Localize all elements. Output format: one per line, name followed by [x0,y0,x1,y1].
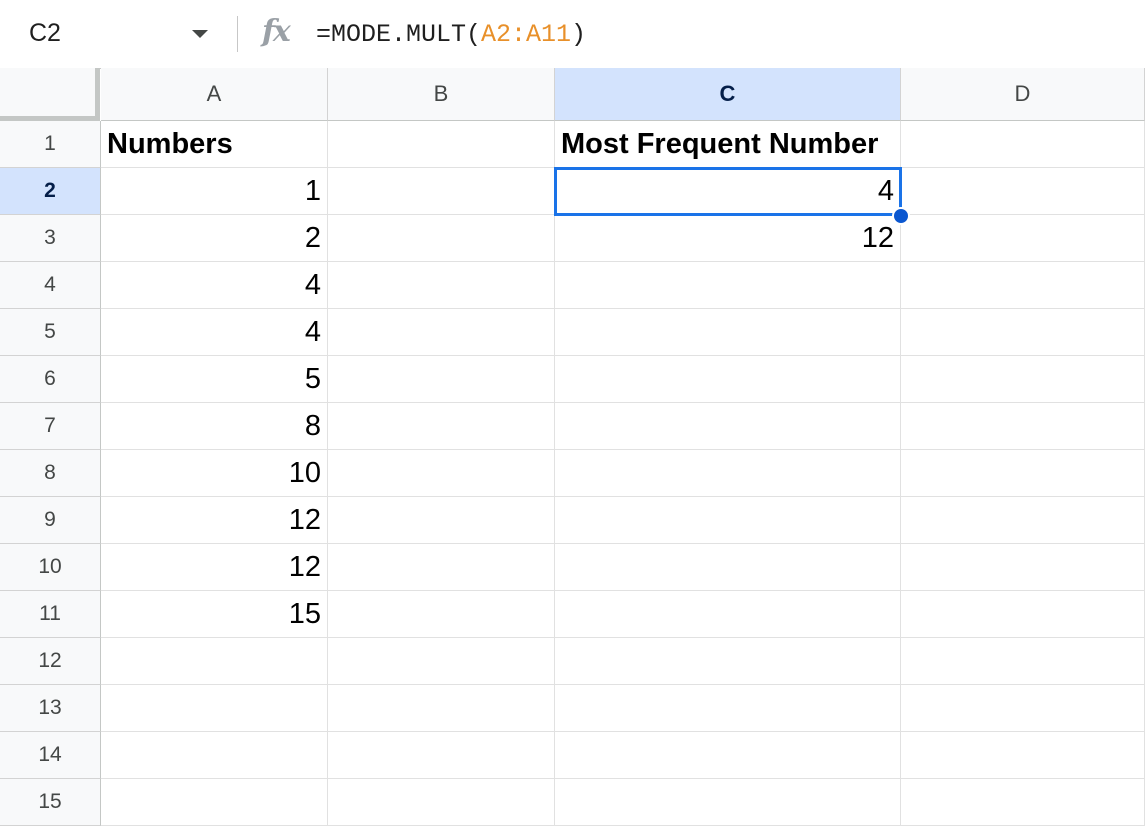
cell-d14[interactable] [901,732,1145,779]
formula-input[interactable]: =MODE.MULT(A2:A11) [316,20,586,49]
row-header-5[interactable]: 5 [0,309,101,356]
cell-d2[interactable] [901,168,1145,215]
cell-b14[interactable] [328,732,555,779]
cell-b11[interactable] [328,591,555,638]
row-header-3[interactable]: 3 [0,215,101,262]
function-icon: fx [262,14,291,49]
row-header-1[interactable]: 1 [0,121,101,168]
column-header-c[interactable]: C [555,68,901,121]
cell-b6[interactable] [328,356,555,403]
cell-b10[interactable] [328,544,555,591]
cell-b8[interactable] [328,450,555,497]
row-header-2[interactable]: 2 [0,168,101,215]
cell-d3[interactable] [901,215,1145,262]
cell-c12[interactable] [555,638,901,685]
formula-prefix: =MODE.MULT( [316,20,482,49]
row-header-11[interactable]: 11 [0,591,101,638]
cell-a13[interactable] [101,685,328,732]
cell-a11[interactable]: 15 [101,591,328,638]
cell-b12[interactable] [328,638,555,685]
cell-a4[interactable]: 4 [101,262,328,309]
cell-d1[interactable] [901,121,1145,168]
cell-d6[interactable] [901,356,1145,403]
cell-d10[interactable] [901,544,1145,591]
cell-b9[interactable] [328,497,555,544]
column-header-d[interactable]: D [901,68,1145,121]
cell-d13[interactable] [901,685,1145,732]
cell-a12[interactable] [101,638,328,685]
cell-a6[interactable]: 5 [101,356,328,403]
row-header-10[interactable]: 10 [0,544,101,591]
divider [237,16,238,52]
formula-range-reference: A2:A11 [481,20,572,49]
column-header-b[interactable]: B [328,68,555,121]
row-header-9[interactable]: 9 [0,497,101,544]
cell-b15[interactable] [328,779,555,826]
cell-d7[interactable] [901,403,1145,450]
row-header-8[interactable]: 8 [0,450,101,497]
cell-c2[interactable]: 4 [555,168,901,215]
row-header-4[interactable]: 4 [0,262,101,309]
row-header-13[interactable]: 13 [0,685,101,732]
cell-a10[interactable]: 12 [101,544,328,591]
cell-c15[interactable] [555,779,901,826]
cell-a7[interactable]: 8 [101,403,328,450]
cell-d15[interactable] [901,779,1145,826]
formula-suffix: ) [571,20,587,49]
cell-c7[interactable] [555,403,901,450]
cell-c1[interactable]: Most Frequent Number [555,121,901,168]
cell-c13[interactable] [555,685,901,732]
cell-d8[interactable] [901,450,1145,497]
cell-c3[interactable]: 12 [555,215,901,262]
row-header-14[interactable]: 14 [0,732,101,779]
cell-c10[interactable] [555,544,901,591]
cell-b2[interactable] [328,168,555,215]
row-header-7[interactable]: 7 [0,403,101,450]
cell-c11[interactable] [555,591,901,638]
cell-c8[interactable] [555,450,901,497]
cell-d5[interactable] [901,309,1145,356]
cell-a1[interactable]: Numbers [101,121,328,168]
cell-c9[interactable] [555,497,901,544]
cell-c14[interactable] [555,732,901,779]
chevron-down-icon[interactable] [192,30,208,38]
cell-b13[interactable] [328,685,555,732]
row-header-6[interactable]: 6 [0,356,101,403]
cell-b4[interactable] [328,262,555,309]
cell-a8[interactable]: 10 [101,450,328,497]
cell-a2[interactable]: 1 [101,168,328,215]
formula-bar: C2 fx =MODE.MULT(A2:A11) [0,0,1145,69]
cell-a15[interactable] [101,779,328,826]
cell-b5[interactable] [328,309,555,356]
cell-c6[interactable] [555,356,901,403]
cell-a9[interactable]: 12 [101,497,328,544]
cell-a3[interactable]: 2 [101,215,328,262]
cell-d4[interactable] [901,262,1145,309]
cell-c4[interactable] [555,262,901,309]
cell-d12[interactable] [901,638,1145,685]
row-header-12[interactable]: 12 [0,638,101,685]
cell-b3[interactable] [328,215,555,262]
row-header-15[interactable]: 15 [0,779,101,826]
cell-a5[interactable]: 4 [101,309,328,356]
cell-b1[interactable] [328,121,555,168]
select-all-corner[interactable] [0,68,100,121]
fill-handle[interactable] [892,207,910,225]
cell-a14[interactable] [101,732,328,779]
cell-d9[interactable] [901,497,1145,544]
cell-d11[interactable] [901,591,1145,638]
cell-c5[interactable] [555,309,901,356]
column-header-a[interactable]: A [101,68,328,121]
cell-b7[interactable] [328,403,555,450]
name-box[interactable]: C2 [29,19,61,48]
